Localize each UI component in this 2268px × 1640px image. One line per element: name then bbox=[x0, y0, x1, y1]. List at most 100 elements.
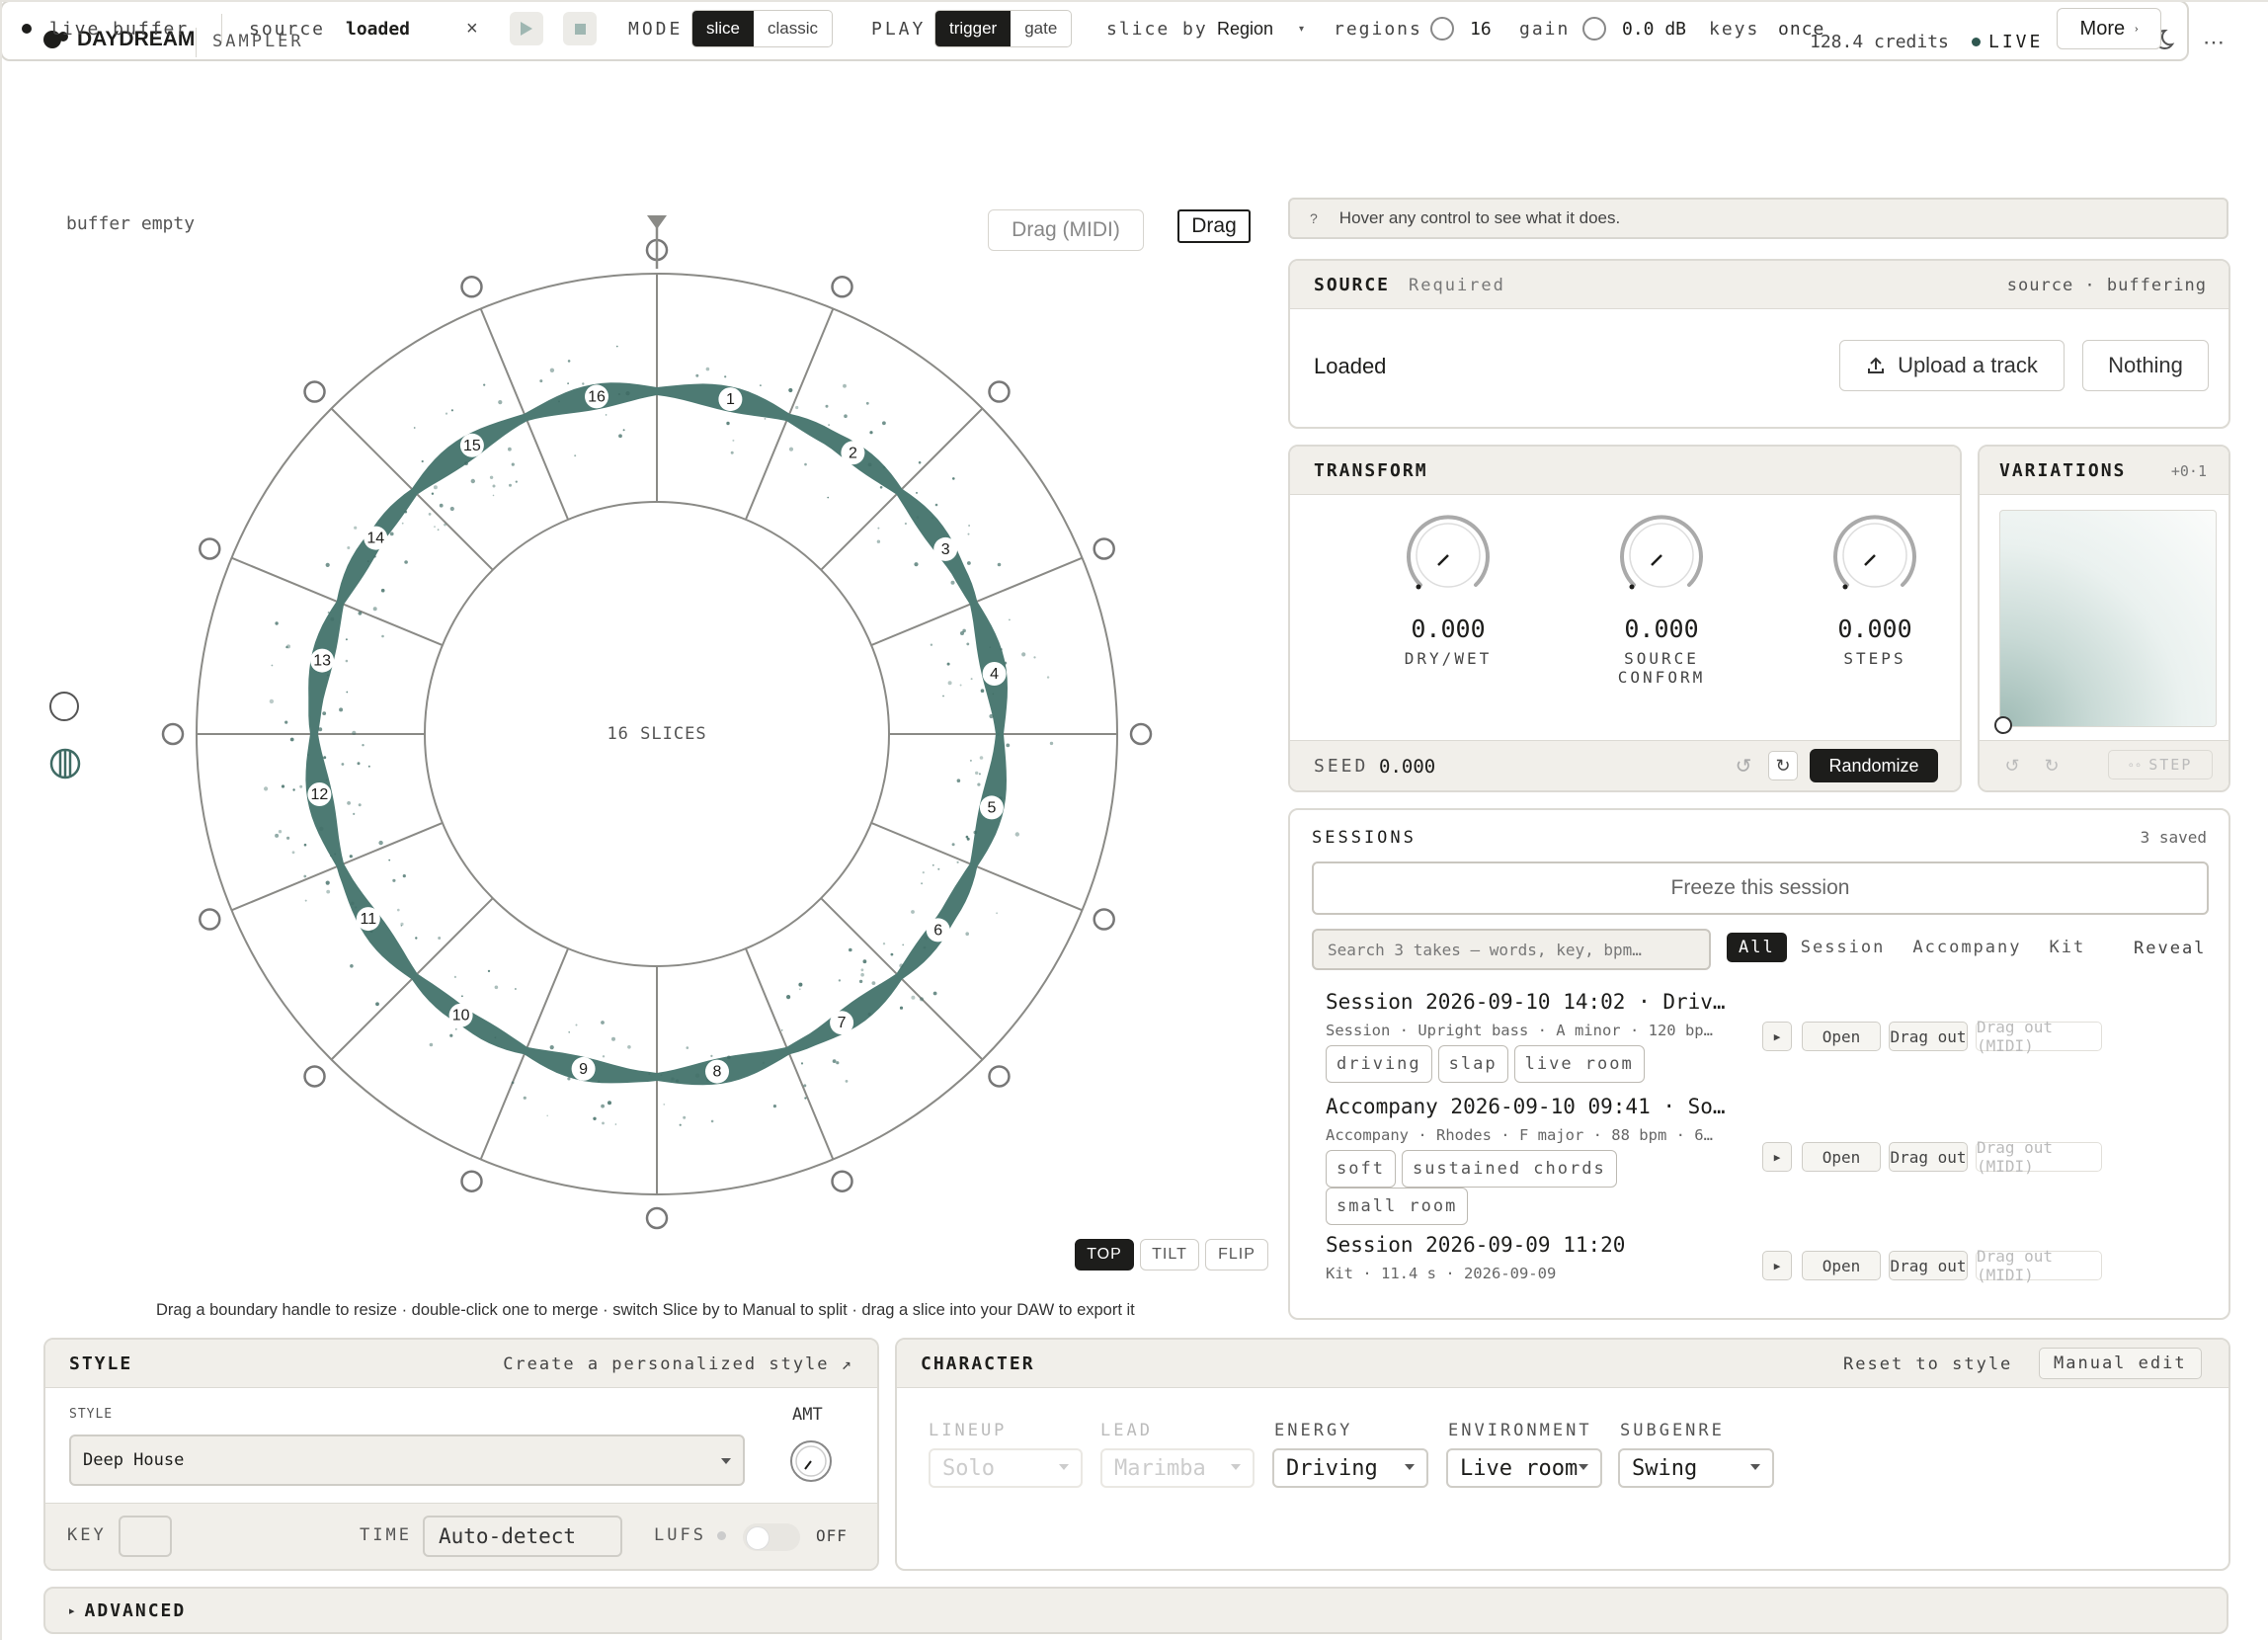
session-drag-out-button[interactable]: Drag out bbox=[1889, 1142, 1968, 1172]
play-button[interactable] bbox=[510, 12, 543, 45]
variations-undo-icon[interactable]: ↺ bbox=[1997, 751, 2027, 780]
session-drag-out-midi-button[interactable]: Drag out (MIDI) bbox=[1976, 1138, 2102, 1176]
session-tag[interactable]: soft bbox=[1326, 1150, 1396, 1188]
gain-knob[interactable] bbox=[1582, 0, 1606, 57]
regions-knob[interactable] bbox=[1430, 0, 1454, 57]
overflow-menu-icon[interactable]: ⋯ bbox=[2203, 30, 2226, 55]
clear-source-icon[interactable]: × bbox=[466, 0, 478, 57]
play-gate-option[interactable]: gate bbox=[1011, 11, 1071, 46]
nothing-button[interactable]: Nothing bbox=[2082, 340, 2209, 391]
key-input[interactable] bbox=[119, 1516, 172, 1557]
session-tag[interactable]: live room bbox=[1513, 1045, 1645, 1083]
circle-view-icon[interactable] bbox=[49, 692, 79, 721]
slice-number[interactable]: 6 bbox=[933, 922, 942, 939]
filter-kit[interactable]: Kit bbox=[2036, 933, 2100, 962]
more-button[interactable]: More › bbox=[2057, 8, 2161, 49]
boundary-handle[interactable] bbox=[1093, 908, 1115, 931]
slice-number[interactable]: 10 bbox=[452, 1008, 470, 1025]
slice-number[interactable]: 2 bbox=[849, 445, 857, 461]
variations-step-button[interactable]: ◦◦ STEP bbox=[2108, 750, 2213, 779]
slice-number[interactable]: 7 bbox=[838, 1015, 847, 1031]
boundary-handle[interactable] bbox=[199, 908, 221, 931]
boundary-handle[interactable] bbox=[988, 1065, 1011, 1088]
advanced-section[interactable]: ▸ ADVANCED bbox=[43, 1587, 2228, 1634]
session-row[interactable]: Accompany 2026-09-10 09:41 · So… Accompa… bbox=[1326, 1095, 1741, 1225]
session-drag-out-button[interactable]: Drag out bbox=[1889, 1022, 1968, 1051]
session-play-button[interactable]: ▶ bbox=[1762, 1022, 1792, 1051]
slice-number[interactable]: 9 bbox=[579, 1061, 588, 1078]
session-play-button[interactable]: ▶ bbox=[1762, 1142, 1792, 1172]
reset-to-style-link[interactable]: Reset to style bbox=[1843, 1354, 2012, 1374]
session-play-button[interactable]: ▶ bbox=[1762, 1251, 1792, 1280]
drag-button[interactable]: Drag bbox=[1177, 209, 1251, 243]
boundary-handle[interactable] bbox=[460, 1170, 483, 1192]
boundary-handle[interactable] bbox=[831, 1170, 853, 1192]
striped-circle-view[interactable] bbox=[49, 748, 81, 784]
rotary-knob-icon[interactable] bbox=[1829, 510, 1920, 601]
slice-number[interactable]: 11 bbox=[360, 911, 376, 928]
boundary-handle[interactable] bbox=[1093, 537, 1115, 560]
boundary-handle[interactable] bbox=[199, 537, 221, 560]
view-top-button[interactable]: TOP bbox=[1075, 1239, 1134, 1271]
session-open-button[interactable]: Open bbox=[1802, 1251, 1881, 1280]
boundary-handle[interactable] bbox=[645, 1206, 669, 1230]
session-drag-out-midi-button[interactable]: Drag out (MIDI) bbox=[1976, 1018, 2102, 1055]
boundary-handle[interactable] bbox=[988, 380, 1011, 403]
randomize-button[interactable]: Randomize bbox=[1810, 749, 1938, 782]
reveal-link[interactable]: Reveal bbox=[2134, 939, 2206, 958]
session-tag[interactable]: sustained chords bbox=[1401, 1150, 1617, 1188]
session-open-button[interactable]: Open bbox=[1802, 1022, 1881, 1051]
stop-button[interactable] bbox=[563, 12, 597, 45]
slice-number[interactable]: 4 bbox=[990, 666, 999, 683]
slice-number[interactable]: 15 bbox=[463, 438, 481, 454]
view-flip-button[interactable]: FLIP bbox=[1205, 1239, 1268, 1271]
slice-number[interactable]: 13 bbox=[313, 653, 331, 670]
freeze-session-button[interactable]: Freeze this session bbox=[1312, 861, 2209, 915]
style-select[interactable]: Deep House bbox=[69, 1435, 745, 1486]
session-tag[interactable]: slap bbox=[1437, 1045, 1508, 1083]
amt-knob[interactable] bbox=[788, 1438, 834, 1489]
character-field-select[interactable]: Swing bbox=[1618, 1448, 1774, 1488]
session-tag[interactable]: driving bbox=[1326, 1045, 1432, 1083]
filter-all[interactable]: All bbox=[1727, 933, 1787, 962]
boundary-handle[interactable] bbox=[831, 276, 853, 298]
boundary-handle[interactable] bbox=[460, 276, 483, 298]
boundary-handle[interactable] bbox=[161, 722, 185, 746]
upload-track-button[interactable]: Upload a track bbox=[1839, 340, 2065, 391]
refresh-seed-icon[interactable]: ↻ bbox=[1768, 751, 1798, 780]
rotary-knob-icon[interactable] bbox=[1616, 510, 1707, 601]
lufs-toggle[interactable] bbox=[743, 1523, 800, 1551]
slice-number[interactable]: 5 bbox=[987, 799, 996, 816]
slice-wheel[interactable]: 12345678910111213141516 bbox=[158, 207, 1156, 1235]
boundary-handle[interactable] bbox=[303, 380, 326, 403]
filter-session[interactable]: Session bbox=[1787, 933, 1900, 962]
undo-seed-icon[interactable]: ↺ bbox=[1729, 751, 1758, 780]
boundary-handle[interactable] bbox=[1129, 722, 1153, 746]
keys-value[interactable]: once bbox=[1778, 0, 1824, 57]
variations-handle[interactable] bbox=[1994, 716, 2012, 734]
slice-by-select[interactable]: Region ▾ bbox=[1217, 0, 1304, 57]
boundary-handle[interactable] bbox=[303, 1065, 326, 1088]
rotary-knob-icon[interactable] bbox=[1403, 510, 1494, 601]
character-field-select[interactable]: Live room bbox=[1446, 1448, 1602, 1488]
slice-number[interactable]: 3 bbox=[941, 541, 950, 558]
slice-number[interactable]: 14 bbox=[366, 531, 384, 547]
slice-number[interactable]: 1 bbox=[726, 391, 735, 408]
variations-redo-icon[interactable]: ↻ bbox=[2037, 751, 2066, 780]
session-tag[interactable]: small room bbox=[1326, 1188, 1469, 1225]
session-drag-out-midi-button[interactable]: Drag out (MIDI) bbox=[1976, 1247, 2102, 1284]
session-drag-out-button[interactable]: Drag out bbox=[1889, 1251, 1968, 1280]
view-tilt-button[interactable]: TILT bbox=[1140, 1239, 1199, 1271]
variations-pad[interactable] bbox=[1994, 510, 2217, 734]
session-open-button[interactable]: Open bbox=[1802, 1142, 1881, 1172]
session-row[interactable]: Session 2026-09-09 11:20 Kit · 11.4 s · … bbox=[1326, 1233, 1741, 1288]
filter-accompany[interactable]: Accompany bbox=[1899, 933, 2035, 962]
time-input[interactable]: Auto-detect bbox=[423, 1516, 622, 1557]
play-trigger-option[interactable]: trigger bbox=[935, 11, 1012, 46]
create-style-link[interactable]: Create a personalized style ↗ bbox=[503, 1354, 853, 1374]
session-row[interactable]: Session 2026-09-10 14:02 · Driv… Session… bbox=[1326, 990, 1741, 1083]
slice-number[interactable]: 8 bbox=[713, 1064, 722, 1081]
slice-number[interactable]: 16 bbox=[588, 388, 606, 405]
sessions-search-input[interactable]: Search 3 takes — words, key, bpm… bbox=[1312, 929, 1711, 970]
mode-slice-option[interactable]: slice bbox=[692, 11, 755, 46]
